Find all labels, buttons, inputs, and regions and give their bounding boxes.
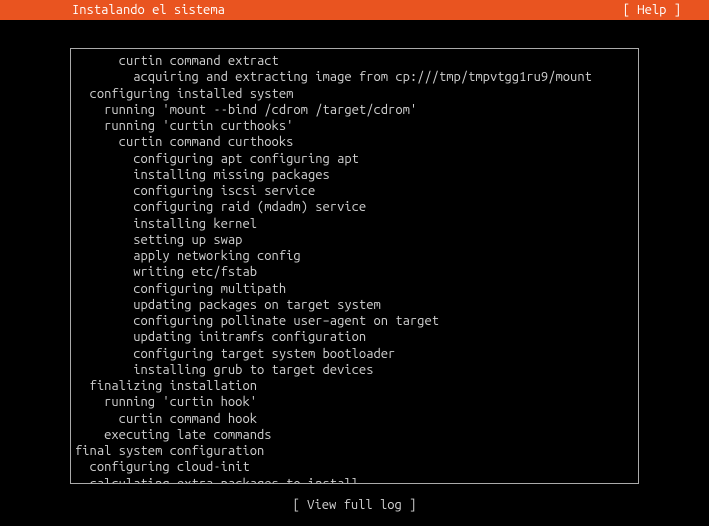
log-line: configuring target system bootloader [75, 346, 630, 362]
view-full-log-button[interactable]: [ View full log ] [293, 498, 417, 512]
log-line: running 'curtin curthooks' [75, 118, 630, 134]
log-line: configuring pollinate user–agent on targ… [75, 313, 630, 329]
log-line: executing late commands [75, 427, 630, 443]
log-line: configuring raid (mdadm) service [75, 199, 630, 215]
log-line: running 'mount --bind /cdrom /target/cdr… [75, 102, 630, 118]
log-line: configuring multipath [75, 281, 630, 297]
footer-bar: [ View full log ] [0, 490, 709, 526]
install-log-box: curtin command extract acquiring and ext… [70, 48, 639, 484]
log-line: installing kernel [75, 216, 630, 232]
installer-header: Instalando el sistema [ Help ] [0, 0, 709, 20]
log-line: writing etc/fstab [75, 264, 630, 280]
log-line: final system configuration [75, 443, 630, 459]
log-line: curtin command extract [75, 53, 630, 69]
log-line: updating packages on target system [75, 297, 630, 313]
log-line: calculating extra packages to install [75, 476, 630, 485]
log-line: updating initramfs configuration [75, 329, 630, 345]
log-line: finalizing installation [75, 378, 630, 394]
log-line: configuring cloud-init [75, 459, 630, 475]
log-line: curtin command curthooks [75, 134, 630, 150]
log-line: configuring installed system [75, 86, 630, 102]
log-line: running 'curtin hook' [75, 394, 630, 410]
help-button[interactable]: [ Help ] [623, 3, 681, 17]
log-line: configuring iscsi service [75, 183, 630, 199]
log-line: apply networking config [75, 248, 630, 264]
header-title: Instalando el sistema [72, 3, 225, 17]
log-line: setting up swap [75, 232, 630, 248]
log-line: configuring apt configuring apt [75, 151, 630, 167]
log-line: curtin command hook [75, 411, 630, 427]
log-line: installing missing packages [75, 167, 630, 183]
log-line: installing grub to target devices [75, 362, 630, 378]
log-line: acquiring and extracting image from cp:/… [75, 69, 630, 85]
